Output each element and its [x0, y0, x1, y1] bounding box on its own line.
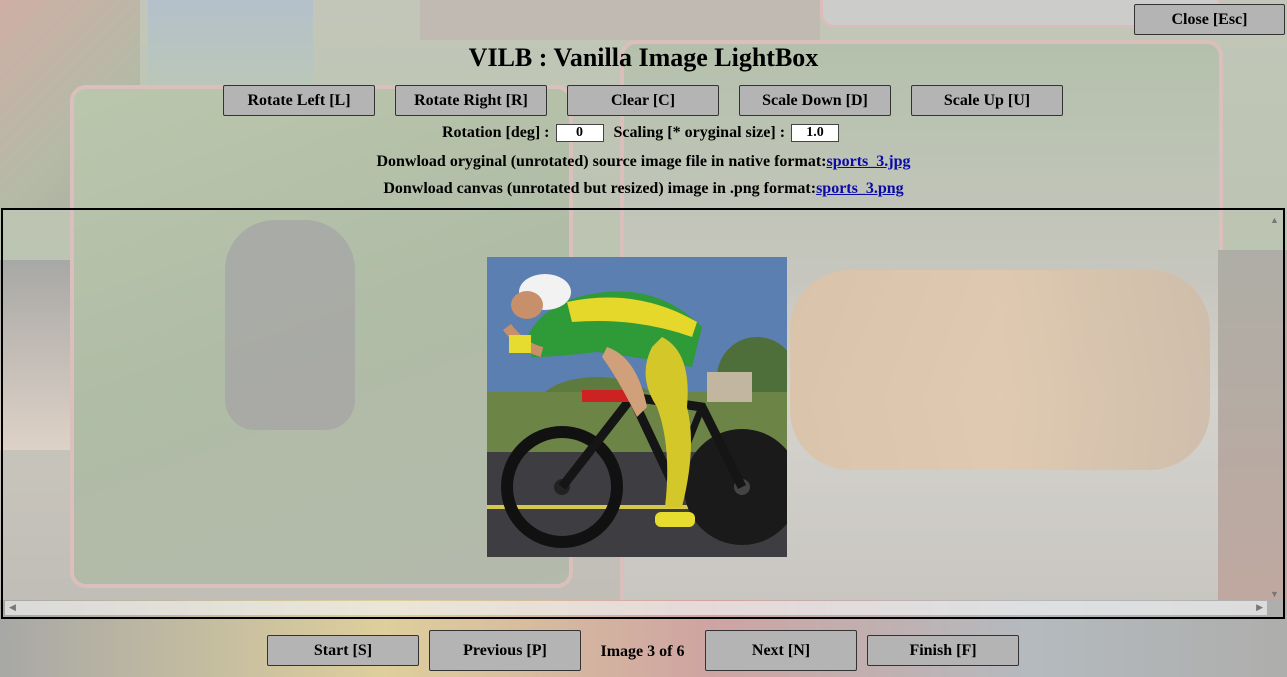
download-source-label: Donwload oryginal (unrotated) source ima… [376, 153, 827, 170]
navigation-bar: Start [S] Previous [P] Image 3 of 6 Next… [0, 630, 1287, 671]
download-canvas-row: Donwload canvas (unrotated but resized) … [0, 180, 1287, 198]
previous-button[interactable]: Previous [P] [429, 630, 581, 671]
scale-down-button[interactable]: Scale Down [D] [739, 85, 891, 116]
transform-controls: Rotation [deg] : Scaling [* oryginal siz… [0, 124, 1287, 143]
scaling-label: Scaling [* oryginal size] : [613, 124, 786, 141]
scale-up-button[interactable]: Scale Up [U] [911, 85, 1063, 116]
rotate-left-button[interactable]: Rotate Left [L] [223, 85, 375, 116]
cyclist-photo [487, 257, 787, 557]
page-title: VILB : Vanilla Image LightBox [468, 43, 819, 72]
rotate-right-button[interactable]: Rotate Right [R] [395, 85, 547, 116]
image-canvas: ▲ ▼ ◀ ▶ [1, 208, 1285, 619]
scroll-left-icon[interactable]: ◀ [9, 603, 16, 612]
clear-button[interactable]: Clear [C] [567, 85, 719, 116]
scroll-down-icon[interactable]: ▼ [1270, 590, 1279, 599]
download-source-row: Donwload oryginal (unrotated) source ima… [0, 153, 1287, 171]
image-counter: Image 3 of 6 [600, 643, 685, 660]
rotation-input[interactable] [555, 124, 604, 143]
rotation-label: Rotation [deg] : [441, 124, 550, 141]
download-canvas-label: Donwload canvas (unrotated but resized) … [383, 180, 817, 197]
scaling-input[interactable] [791, 124, 840, 143]
download-canvas-link[interactable]: sports_3.png [816, 180, 904, 197]
download-source-link[interactable]: sports_3.jpg [827, 153, 911, 170]
vertical-scrollbar[interactable]: ▲ ▼ [1267, 212, 1281, 603]
scroll-right-icon[interactable]: ▶ [1256, 603, 1263, 612]
finish-button[interactable]: Finish [F] [867, 635, 1019, 666]
next-button[interactable]: Next [N] [705, 630, 857, 671]
toolbar: Rotate Left [L] Rotate Right [R] Clear [… [0, 85, 1287, 116]
horizontal-scrollbar[interactable]: ◀ ▶ [5, 601, 1267, 615]
close-button[interactable]: Close [Esc] [1134, 4, 1285, 35]
scroll-up-icon[interactable]: ▲ [1270, 216, 1279, 225]
start-button[interactable]: Start [S] [267, 635, 419, 666]
